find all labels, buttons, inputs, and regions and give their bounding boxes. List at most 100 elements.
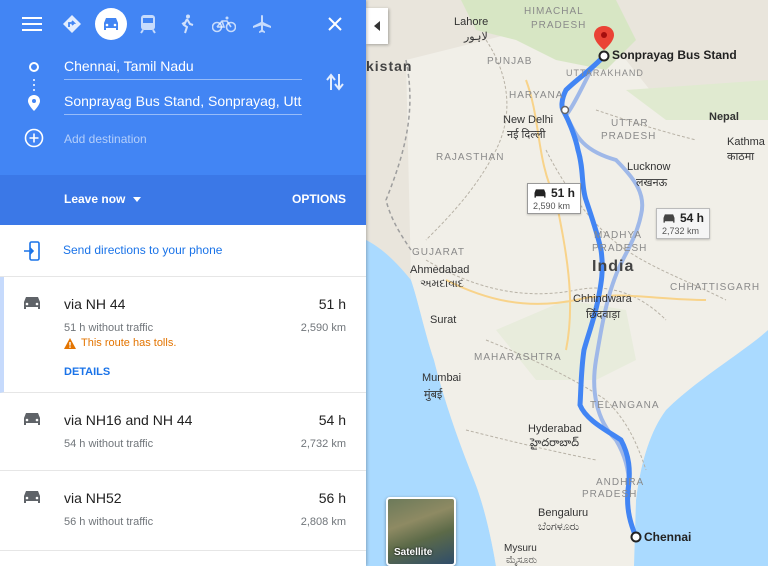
map-label: Mysuru [504,543,537,554]
map-label: PUNJAB [487,56,533,67]
map-label: Hyderabad [528,423,582,435]
cycling-icon [212,16,236,33]
map-label: India [592,258,635,275]
route-name: via NH52 [64,490,122,506]
swap-icon[interactable] [326,72,344,92]
car-icon [534,188,546,198]
car-icon [24,297,40,309]
mode-walking-button[interactable] [171,8,203,40]
chevron-down-icon [133,196,142,202]
map-label: GUJARAT [412,247,465,258]
destination-pin-icon [28,95,40,111]
map-label: RAJASTHAN [436,152,505,163]
map-label: छिंदवाड़ा [586,309,621,321]
mode-transit-button[interactable] [132,8,164,40]
route-distance: 2,808 km [300,516,346,528]
walking-icon [181,14,194,34]
map-label: Lucknow [627,161,671,173]
toll-warning-text: This route has tolls. [81,337,177,349]
route-option[interactable]: via NH 44 51 h 51 h without traffic 2,59… [0,277,366,393]
map-label: Mumbai [422,372,462,384]
driving-icon [104,18,118,30]
map-view[interactable]: Lahore لاہور HIMACHAL PRADESH kistan PUN… [366,0,768,566]
map-label: PRADESH [531,20,587,31]
map-label: CHHATTISGARH [670,282,761,293]
route-name: via NH16 and NH 44 [64,412,193,428]
map-label: नई दिल्ली [507,129,546,141]
map-label: मुंबई [424,389,443,401]
callout-duration: 51 h [533,186,575,200]
map-label: HIMACHAL [524,6,584,17]
chevron-left-icon [374,21,380,31]
send-to-phone-icon [24,241,40,261]
map-label: New Delhi [503,114,554,126]
route-option[interactable]: via NH16 and NH 44 54 h 54 h without tra… [0,393,366,471]
details-link[interactable]: DETAILS [64,366,110,378]
options-button[interactable]: OPTIONS [292,192,346,206]
map-label: અમદાવાદ [420,278,464,290]
callout-duration-text: 54 h [680,211,705,225]
menu-icon [22,17,42,31]
collapse-panel-button[interactable] [366,8,388,44]
add-destination-icon[interactable] [24,128,44,148]
satellite-toggle[interactable]: Satellite [386,497,456,566]
map-label: Kathma [727,136,765,148]
add-destination-field[interactable]: Add destination [64,132,302,154]
menu-button[interactable] [16,8,48,40]
waypoint-dot [560,105,570,115]
map-label: ಬೆಂಗಳೂರು [538,521,580,533]
map-label: హైదరాబాద్ [530,437,579,449]
map-label: Chhindwara [573,293,632,305]
map-label: PRADESH [582,489,638,500]
send-directions-row[interactable]: Send directions to your phone [0,225,366,277]
map-label: ANDHRA [596,477,645,488]
directions-diamond-icon [63,15,81,33]
origin-dot-icon [29,62,39,72]
route-option[interactable]: via NH52 56 h 56 h without traffic 2,808… [0,471,366,551]
map-label: HARYANA [509,90,564,101]
callout-duration-text: 51 h [551,186,576,200]
route-dots-icon [33,79,35,91]
leave-now-dropdown[interactable]: Leave now [64,192,142,206]
origin-input[interactable]: Chennai, Tamil Nadu [64,58,302,80]
map-label: MADHYA [594,230,643,241]
mode-driving-button[interactable] [95,8,127,40]
send-directions-label: Send directions to your phone [63,243,223,257]
map-label: TELANGANA [590,400,660,411]
route-traffic-time: 51 h without traffic [64,322,154,334]
callout-distance: 2,732 km [662,226,700,236]
route-traffic-time: 56 h without traffic [64,516,154,528]
route-duration: 54 h [318,412,346,428]
car-icon [24,491,40,503]
map-label: kistan [366,58,413,74]
map-label: لاہور [464,31,488,43]
map-label: Lahore [454,16,489,28]
transit-icon [140,15,156,34]
route-callout-alternate[interactable]: 54 h 2,732 km [656,208,711,239]
car-icon [663,213,675,223]
best-route-button[interactable] [56,8,88,40]
car-icon [24,413,40,425]
destination-input[interactable]: Sonprayag Bus Stand, Sonprayag, Uttarakh… [64,93,302,115]
destination-dot [598,50,610,62]
toll-warning: This route has tolls. [64,337,176,349]
mode-cycling-button[interactable] [208,8,240,40]
map-label: UTTAR [611,118,649,129]
route-callout-selected[interactable]: 51 h 2,590 km [527,183,582,214]
map-label: Ahmedabad [410,264,470,276]
map-label: UTTARAKHAND [566,68,644,78]
leave-now-label: Leave now [64,192,126,206]
route-duration: 56 h [318,490,346,506]
map-label: PRADESH [592,243,648,254]
flight-icon [253,15,271,33]
directions-panel: Chennai, Tamil Nadu Sonprayag Bus Stand,… [0,0,366,566]
origin-label: Chennai [644,530,692,544]
map-label: लखनऊ [636,177,668,189]
route-distance: 2,590 km [300,322,346,334]
map-label: PRADESH [601,131,657,142]
close-button[interactable] [319,8,351,40]
route-distance: 2,732 km [300,438,346,450]
warning-icon [64,337,76,349]
travel-mode-row [0,8,366,40]
mode-flight-button[interactable] [246,8,278,40]
